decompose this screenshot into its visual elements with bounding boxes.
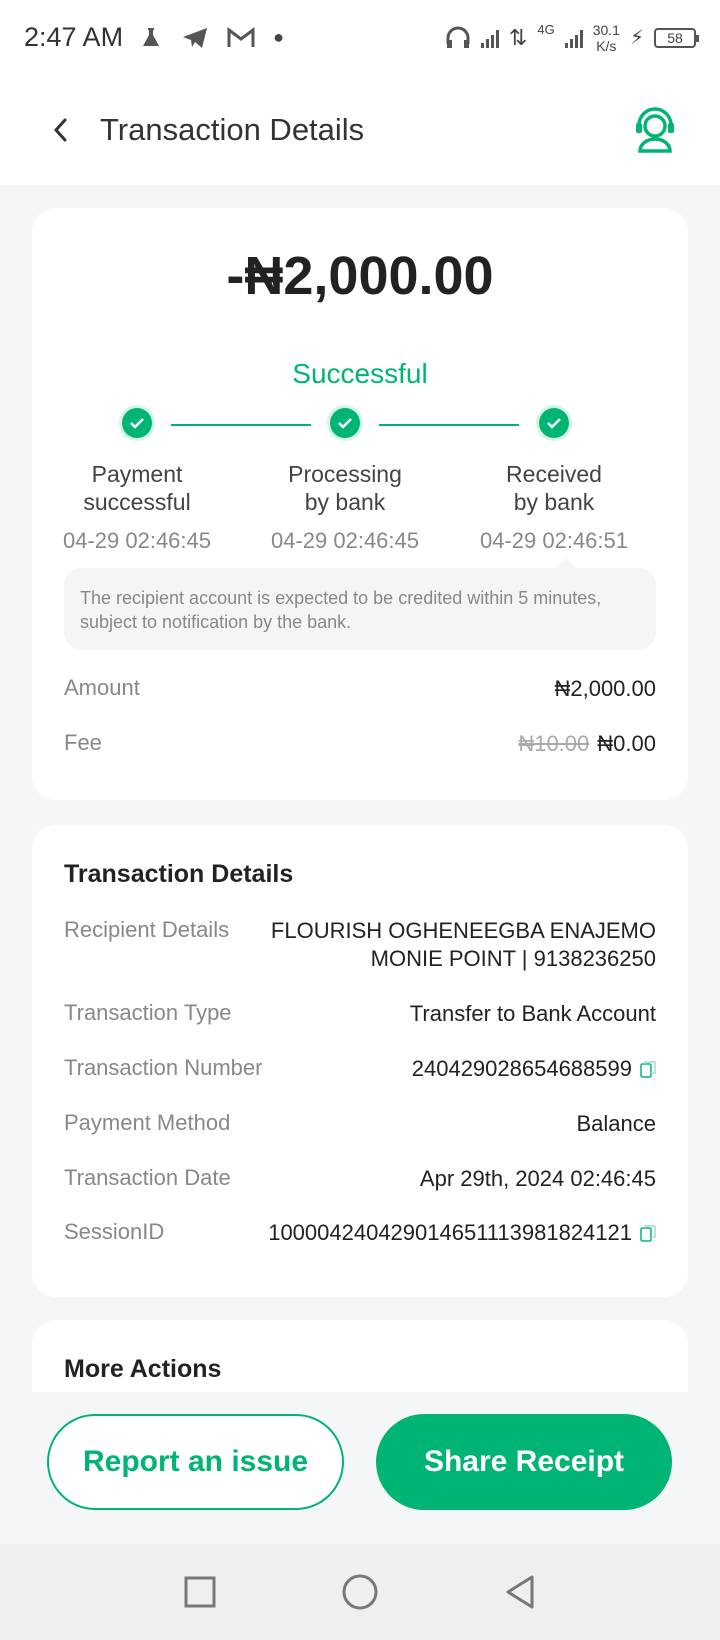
recipient-name: FLOURISH OGHENEEGBA ENAJEMO	[270, 918, 656, 943]
copy-icon[interactable]	[640, 1224, 656, 1242]
date-label: Transaction Date	[64, 1165, 231, 1190]
copy-icon[interactable]	[640, 1060, 656, 1078]
telegram-icon	[183, 27, 208, 48]
progress-steps: Payment successful 04-29 02:46:45 Process…	[32, 408, 688, 558]
signal-icon	[480, 28, 499, 48]
amount-row: Amount ₦2,000.00	[64, 675, 656, 703]
gmail-icon	[227, 26, 255, 47]
speed-value: 30.1	[592, 21, 620, 38]
signal-icon-2	[564, 28, 583, 48]
more-actions-title: More Actions	[64, 1355, 222, 1383]
date-value: Apr 29th, 2024 02:46:45	[419, 1166, 656, 1191]
summary-card: -₦2,000.00 Successful Payment successful …	[32, 208, 688, 800]
details-card: Transaction Details Recipient Details FL…	[32, 825, 688, 1297]
back-button[interactable]	[40, 110, 80, 150]
content-scroll[interactable]: -₦2,000.00 Successful Payment successful …	[0, 185, 720, 1392]
number-value: 240429028654688599	[411, 1056, 632, 1081]
action-bar: Report an issue Share Receipt	[0, 1392, 720, 1544]
step-label: by bank	[304, 489, 386, 515]
share-receipt-button[interactable]: Share Receipt	[376, 1414, 672, 1510]
transaction-amount: -₦2,000.00	[226, 246, 494, 306]
dot-icon: ●	[273, 27, 284, 47]
type-row: Transaction Type Transfer to Bank Accoun…	[64, 1000, 656, 1028]
amount-label: Amount	[64, 675, 140, 700]
fee-value: ₦0.00	[597, 731, 656, 756]
method-label: Payment Method	[64, 1110, 231, 1135]
data-arrows-icon: ⇅	[508, 24, 528, 50]
check-icon	[330, 408, 360, 438]
report-issue-button[interactable]: Report an issue	[47, 1414, 344, 1510]
fee-original: ₦10.00	[518, 731, 590, 756]
check-icon	[122, 408, 152, 438]
number-label: Transaction Number	[64, 1055, 263, 1080]
speed-unit: K/s	[596, 37, 617, 54]
step-time: 04-29 02:46:45	[270, 528, 420, 553]
session-label: SessionID	[64, 1219, 165, 1244]
headphones-icon	[446, 26, 470, 48]
square-icon	[184, 1576, 216, 1608]
step-label: Received	[506, 461, 602, 487]
triangle-back-icon	[506, 1575, 534, 1609]
number-row: Transaction Number 240429028654688599	[64, 1055, 656, 1083]
check-icon	[539, 408, 569, 438]
chevron-left-icon	[53, 118, 67, 142]
battery-level: 58	[667, 29, 683, 46]
more-actions-card: More Actions	[32, 1320, 688, 1392]
flask-icon	[143, 27, 160, 46]
step-payment: Payment successful 04-29 02:46:45	[28, 408, 246, 554]
amount-value: ₦2,000.00	[554, 676, 656, 701]
system-nav-bar	[0, 1544, 720, 1640]
fee-row: Fee ₦10.00 ₦0.00	[64, 730, 656, 758]
details-title: Transaction Details	[64, 860, 294, 888]
battery-icon: 58	[654, 27, 699, 48]
step-time: 04-29 02:46:45	[62, 528, 212, 553]
step-label: successful	[83, 489, 191, 515]
status-label: Successful	[292, 358, 428, 389]
step-label: Processing	[288, 461, 402, 487]
status-bar: 2:47 AM ● ⇅ 4G 30.1 K/s ⚡ 58	[0, 0, 720, 75]
circle-icon	[342, 1574, 378, 1610]
type-label: Transaction Type	[64, 1000, 232, 1025]
charging-icon: ⚡	[629, 27, 644, 49]
recents-button[interactable]	[180, 1572, 220, 1612]
step-label: by bank	[513, 489, 595, 515]
method-row: Payment Method Balance	[64, 1110, 656, 1138]
credit-notice: The recipient account is expected to be …	[64, 558, 656, 650]
step-time: 04-29 02:46:51	[479, 528, 629, 553]
fee-label: Fee	[64, 730, 102, 755]
recipient-bank: MONIE POINT | 9138236250	[370, 946, 656, 971]
page-title: Transaction Details	[100, 112, 365, 147]
support-button[interactable]	[630, 105, 680, 155]
home-button[interactable]	[340, 1572, 380, 1612]
session-row: SessionID 100004240429014651113981824121	[64, 1219, 656, 1247]
network-type: 4G	[537, 21, 555, 37]
session-value: 100004240429014651113981824121	[268, 1220, 632, 1245]
step-received: Received by bank 04-29 02:46:51	[445, 408, 663, 554]
step-processing: Processing by bank 04-29 02:46:45	[236, 408, 454, 554]
recipient-label: Recipient Details	[64, 917, 230, 942]
date-row: Transaction Date Apr 29th, 2024 02:46:45	[64, 1165, 656, 1193]
recipient-row: Recipient Details FLOURISH OGHENEEGBA EN…	[64, 917, 656, 973]
headset-icon	[636, 107, 674, 153]
method-value: Balance	[576, 1111, 656, 1136]
step-label: Payment	[91, 461, 183, 487]
status-time: 2:47 AM	[24, 22, 124, 52]
app-header: Transaction Details	[0, 75, 720, 185]
type-value: Transfer to Bank Account	[409, 1001, 656, 1026]
back-nav-button[interactable]	[500, 1572, 540, 1612]
